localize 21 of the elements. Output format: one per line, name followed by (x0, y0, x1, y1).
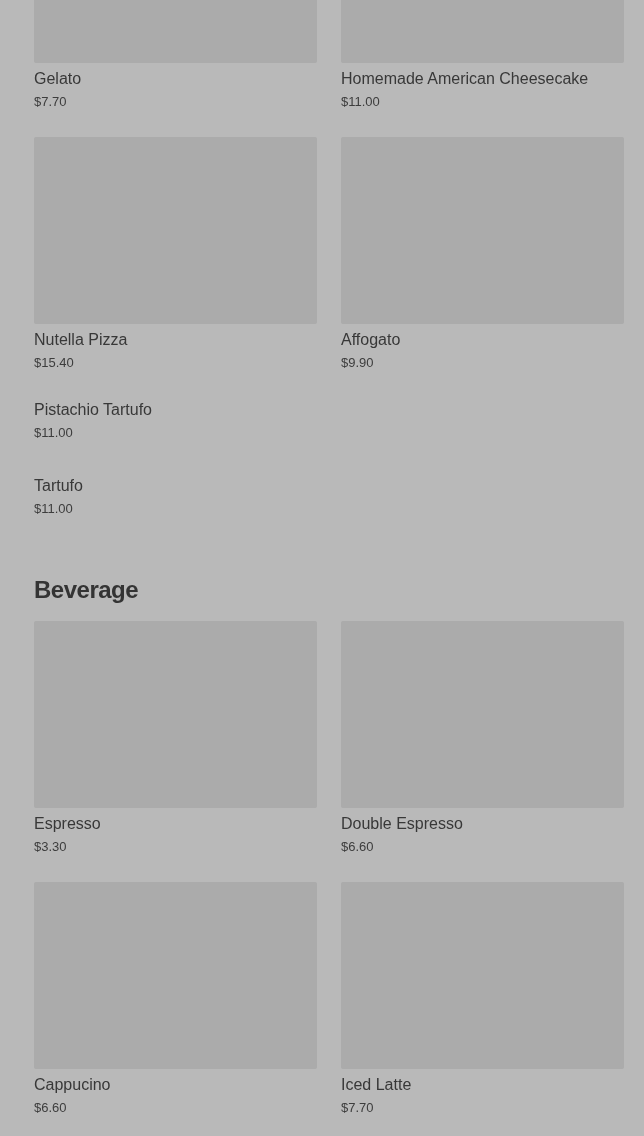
item-name[interactable]: Espresso (34, 811, 317, 836)
item-name[interactable]: Affogato (341, 328, 624, 352)
item-name[interactable]: Tartufo (34, 474, 317, 498)
item-price: $11.00 (34, 424, 74, 442)
item-price: $7.70 (34, 93, 68, 111)
item-name[interactable]: Homemade American Cheesecake (341, 67, 624, 91)
item-price: $6.60 (34, 1098, 68, 1117)
item-price: $11.00 (34, 500, 74, 518)
item-name[interactable]: Iced Latte (341, 1072, 624, 1097)
item-name[interactable]: Double Espresso (341, 811, 624, 836)
item-price: $6.60 (341, 837, 375, 856)
item-price: $7.70 (341, 1098, 375, 1117)
item-name[interactable]: Gelato (34, 67, 317, 91)
item-price: $3.30 (34, 837, 68, 856)
item-price: $9.90 (341, 354, 375, 372)
item-price: $15.40 (34, 354, 75, 372)
item-price: $11.00 (341, 93, 381, 111)
section-heading: Beverage (34, 576, 140, 605)
item-name[interactable]: Cappucino (34, 1072, 317, 1097)
item-name[interactable]: Pistachio Tartufo (34, 398, 317, 422)
item-name[interactable]: Nutella Pizza (34, 328, 317, 352)
